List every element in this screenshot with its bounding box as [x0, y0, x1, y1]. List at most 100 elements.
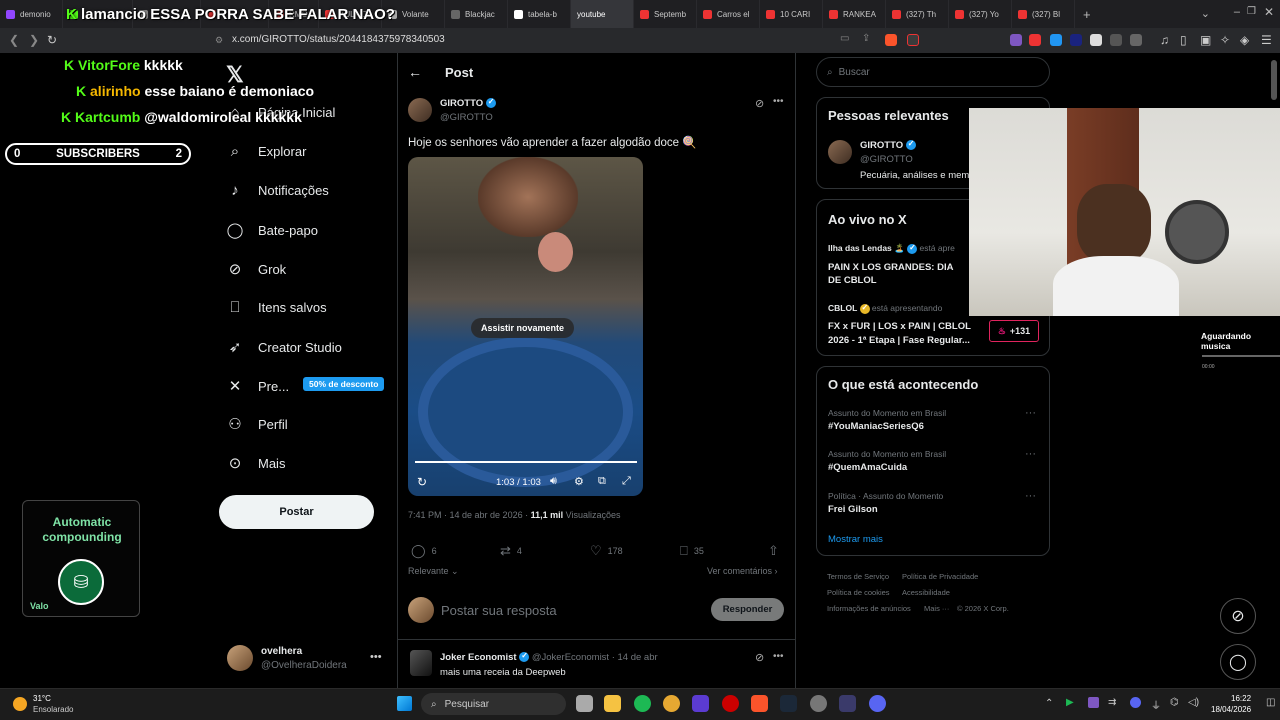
nav-item-creator-studio[interactable]: ➶ Creator Studio: [226, 338, 342, 356]
share-action[interactable]: ⇧: [768, 543, 779, 559]
music-icon[interactable]: ♫: [1160, 33, 1169, 47]
trend-name[interactable]: #QuemAmaCuida: [828, 462, 907, 473]
file-explorer-icon[interactable]: [604, 695, 621, 712]
tray-app-icon[interactable]: [1088, 697, 1099, 708]
screen-icon[interactable]: ▭: [840, 33, 849, 44]
relevant-avatar[interactable]: [828, 140, 852, 164]
notifications-icon[interactable]: ◫: [1266, 697, 1275, 708]
settings-icon[interactable]: ⚙: [574, 475, 584, 488]
clock-time[interactable]: 16:22: [1231, 694, 1251, 703]
brave-rewards-icon[interactable]: [907, 34, 919, 46]
live-title[interactable]: PAIN X LOS GRANDES: DIA DE CBLOL: [828, 261, 968, 287]
browser-tab[interactable]: 10 CARI: [760, 0, 823, 28]
search-input[interactable]: ⌕ Buscar: [816, 57, 1050, 87]
opera-icon[interactable]: [722, 695, 739, 712]
footer-link[interactable]: Política de Privacidade: [902, 572, 978, 581]
replay-button[interactable]: Assistir novamente: [471, 318, 575, 338]
extension-icon[interactable]: [1090, 34, 1102, 46]
tray-app-icon[interactable]: ⇉: [1108, 697, 1116, 708]
maximize-icon[interactable]: ❐: [1247, 6, 1256, 17]
live-title[interactable]: FX x FUR | LOS x PAIN | CBLOL 2026 - 1ª …: [828, 320, 983, 348]
reload-icon[interactable]: ↻: [47, 33, 57, 47]
spotify-icon[interactable]: [634, 695, 651, 712]
replay-icon[interactable]: ↻: [417, 475, 427, 489]
nav-item-explore[interactable]: ⌕ Explorar: [226, 143, 307, 160]
tray-play-icon[interactable]: ▶: [1066, 697, 1074, 708]
wallet-icon[interactable]: ▣: [1200, 33, 1211, 47]
extension-icon[interactable]: [1029, 34, 1041, 46]
reply-author-name[interactable]: Joker Economist: [440, 652, 517, 663]
taskbar-search[interactable]: ⌕ Pesquisar: [421, 693, 566, 715]
extension-icon[interactable]: [1070, 34, 1082, 46]
trend-name[interactable]: Frei Gilson: [828, 504, 878, 515]
sidebar-icon[interactable]: ▯: [1180, 33, 1187, 47]
grok-fab-icon[interactable]: ⊘: [1220, 598, 1256, 634]
menu-icon[interactable]: ☰: [1261, 33, 1272, 47]
browser-tab[interactable]: Carros el: [697, 0, 760, 28]
brave-icon[interactable]: [751, 695, 768, 712]
back-icon[interactable]: ❮: [9, 33, 19, 47]
footer-link[interactable]: Termos de Serviço: [827, 572, 889, 581]
volume-icon[interactable]: ◁): [1188, 697, 1199, 708]
tray-expand-icon[interactable]: ⌃: [1045, 698, 1053, 709]
live-listeners[interactable]: ♨ +131: [989, 320, 1039, 342]
view-comments-link[interactable]: Ver comentários ›: [707, 566, 778, 576]
messages-fab-icon[interactable]: ◯: [1220, 644, 1256, 680]
live-host[interactable]: CBLOL está apresentando: [828, 303, 942, 314]
fullscreen-icon[interactable]: ⤢: [622, 475, 631, 488]
nav-item-notifications[interactable]: ♪ Notificações: [226, 182, 329, 199]
obs-icon[interactable]: [810, 695, 827, 712]
browser-tab[interactable]: RANKEA: [823, 0, 886, 28]
wifi-icon[interactable]: ⌬: [1170, 697, 1179, 708]
browser-tab[interactable]: (327) Yo: [949, 0, 1012, 28]
tab-list-icon[interactable]: ⌄: [1201, 7, 1210, 20]
reply-author-handle[interactable]: @JokerEconomist: [532, 652, 609, 663]
reply-button[interactable]: Responder: [711, 598, 784, 621]
extension-icon[interactable]: [1050, 34, 1062, 46]
bookmark-action[interactable]: ⎕ 35: [680, 543, 704, 559]
trend-name[interactable]: #YouManiacSeriesQ6: [828, 421, 924, 432]
browser-tab[interactable]: demonio: [0, 0, 63, 28]
relevant-name[interactable]: GIROTTO: [860, 139, 916, 151]
puzzle-icon[interactable]: [1110, 34, 1122, 46]
video-progress-bar[interactable]: [415, 461, 637, 463]
new-tab-icon[interactable]: +: [1083, 7, 1091, 22]
author-name[interactable]: GIROTTO: [440, 97, 496, 109]
reply-avatar[interactable]: [410, 650, 432, 676]
share-icon[interactable]: ⇪: [862, 33, 870, 44]
nav-item-grok[interactable]: ⊘ Grok: [226, 260, 286, 278]
chrome-icon[interactable]: [663, 695, 680, 712]
nav-item-profile[interactable]: ⚇ Perfil: [226, 415, 287, 433]
grok-icon[interactable]: ⊘: [755, 97, 764, 110]
author-handle[interactable]: @GIROTTO: [440, 112, 493, 123]
account-menu-icon[interactable]: •••: [370, 651, 382, 663]
pip-icon[interactable]: ⧉: [598, 475, 606, 488]
browser-tab[interactable]: Blackjac: [445, 0, 508, 28]
extension-icon[interactable]: [1010, 34, 1022, 46]
footer-link[interactable]: Política de cookies: [827, 588, 890, 597]
browser-tab[interactable]: Septemb: [634, 0, 697, 28]
forward-icon[interactable]: ❯: [29, 33, 39, 47]
leo-icon[interactable]: ✧: [1220, 33, 1230, 47]
browser-tab[interactable]: tabela-b: [508, 0, 571, 28]
task-view-icon[interactable]: [576, 695, 593, 712]
trend-menu-icon[interactable]: ···: [1025, 448, 1036, 460]
footer-link[interactable]: Informações de anúncios: [827, 604, 911, 613]
windows-start-icon[interactable]: [397, 696, 412, 711]
footer-link[interactable]: Mais ···: [924, 604, 949, 613]
tray-discord-icon[interactable]: [1130, 697, 1141, 708]
back-arrow-icon[interactable]: ←: [408, 64, 422, 80]
microphone-icon[interactable]: ⏚: [1151, 697, 1161, 712]
weather-temp[interactable]: 31°C: [33, 694, 51, 703]
clock-date[interactable]: 18/04/2026: [1211, 705, 1251, 714]
app-icon[interactable]: [692, 695, 709, 712]
nav-item-more[interactable]: ⊙ Mais: [226, 454, 286, 472]
discord-icon[interactable]: [869, 695, 886, 712]
author-avatar[interactable]: [408, 98, 432, 122]
trend-menu-icon[interactable]: ···: [1025, 490, 1036, 502]
browser-tab-active[interactable]: youtube: [571, 0, 634, 28]
site-settings-icon[interactable]: ⚙: [215, 35, 223, 46]
brave-shield-icon[interactable]: [885, 34, 897, 46]
reply-action[interactable]: ◯ 6: [411, 543, 437, 559]
close-window-icon[interactable]: ✕: [1264, 5, 1274, 19]
